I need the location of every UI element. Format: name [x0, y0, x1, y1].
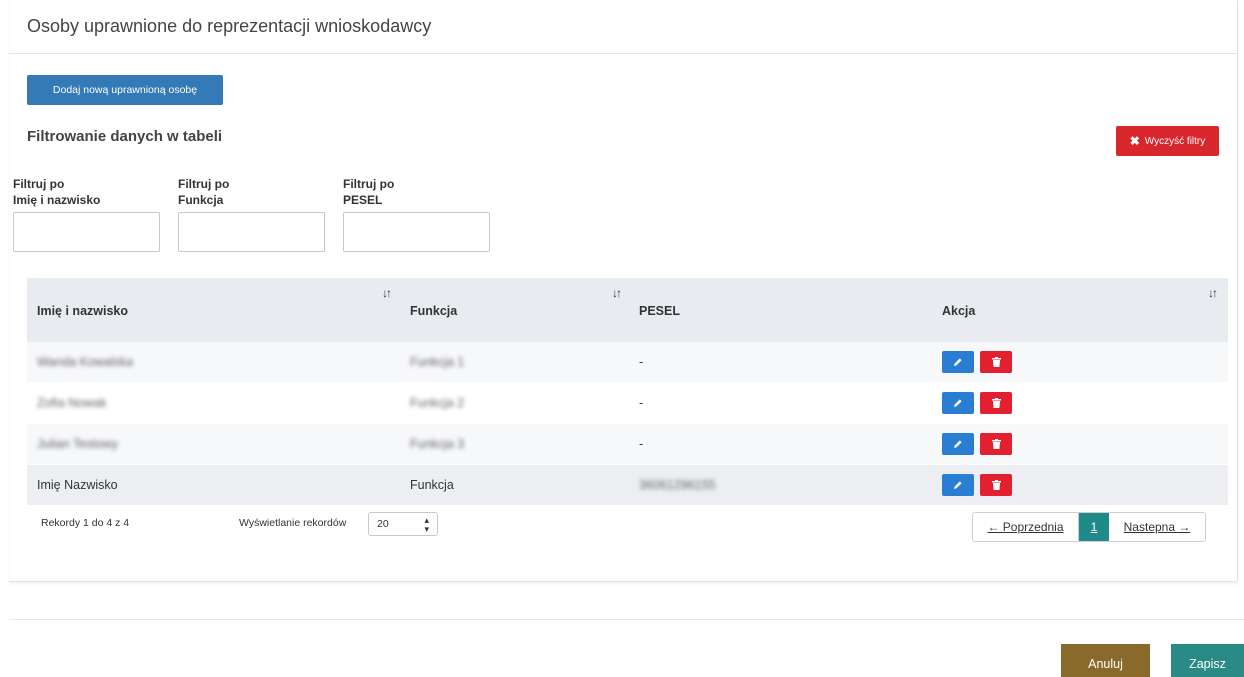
- pencil-icon: [954, 440, 962, 448]
- delete-button[interactable]: [980, 392, 1012, 414]
- cell-pesel: -: [639, 396, 644, 410]
- edit-button[interactable]: [942, 474, 974, 496]
- filter-function-label-2: Funkcja: [178, 193, 224, 207]
- representatives-table: Imię i nazwisko ↓↑ Funkcja ↓↑ PESEL Akcj…: [27, 278, 1228, 506]
- edit-button[interactable]: [942, 433, 974, 455]
- sort-arrows-icon[interactable]: ↓↑: [1208, 286, 1218, 300]
- add-person-button[interactable]: Dodaj nową uprawnioną osobę: [27, 75, 223, 105]
- filter-name-label-1: Filtruj po: [13, 177, 65, 191]
- cell-pesel: -: [639, 355, 644, 369]
- edit-button[interactable]: [942, 351, 974, 373]
- filter-pesel: Filtruj po PESEL: [343, 176, 490, 252]
- close-icon: ✖: [1129, 134, 1140, 148]
- delete-button[interactable]: [980, 433, 1012, 455]
- page-length-label: Wyświetlanie rekordów: [239, 517, 347, 529]
- save-button[interactable]: Zapisz: [1171, 644, 1244, 677]
- trash-icon: [991, 398, 1001, 408]
- row-actions: [942, 392, 1012, 414]
- select-arrows-icon: ▴ ▾: [424, 515, 429, 534]
- trash-icon: [991, 357, 1001, 367]
- filter-pesel-label-1: Filtruj po: [343, 177, 395, 191]
- cell-name: Julian Testowy: [37, 437, 119, 451]
- filter-function-input[interactable]: [178, 212, 325, 252]
- delete-button[interactable]: [980, 351, 1012, 373]
- records-info: Rekordy 1 do 4 z 4: [41, 517, 130, 529]
- trash-icon: [991, 439, 1001, 449]
- filter-name: Filtruj po Imię i nazwisko: [13, 176, 160, 252]
- cell-function: Funkcja: [410, 478, 454, 492]
- clear-filters-button[interactable]: ✖ Wyczyść filtry: [1116, 126, 1219, 156]
- filter-pesel-label-2: PESEL: [343, 193, 383, 207]
- clear-filters-label: Wyczyść filtry: [1144, 135, 1206, 147]
- row-actions: [942, 433, 1012, 455]
- cell-name: Wanda Kowalska: [37, 355, 134, 369]
- pencil-icon: [954, 481, 962, 489]
- cell-function: Funkcja 2: [410, 396, 465, 410]
- filter-function: Filtruj po Funkcja: [178, 176, 325, 252]
- pencil-icon: [954, 399, 962, 407]
- delete-button[interactable]: [980, 474, 1012, 496]
- pagination-page[interactable]: 1: [1079, 513, 1109, 541]
- cancel-button[interactable]: Anuluj: [1061, 644, 1150, 677]
- pagination: ← Poprzednia 1 Nastepna →: [972, 512, 1206, 542]
- trash-icon: [991, 480, 1001, 490]
- sort-arrows-icon[interactable]: ↓↑: [612, 286, 622, 300]
- filter-section-title: Filtrowanie danych w tabeli: [27, 128, 223, 145]
- cell-name: Imię Nazwisko: [37, 478, 118, 492]
- representatives-panel: Osoby uprawnione do reprezentacji wniosk…: [9, 0, 1238, 582]
- filter-name-input[interactable]: [13, 212, 160, 252]
- column-header-name[interactable]: Imię i nazwisko: [37, 304, 128, 318]
- panel-divider: [9, 53, 1237, 54]
- pagination-next[interactable]: Nastepna →: [1109, 513, 1205, 541]
- filter-name-label-2: Imię i nazwisko: [13, 193, 101, 207]
- page-length-select[interactable]: 20 ▴ ▾: [368, 512, 438, 536]
- table-row: Imię Nazwisko Funkcja 36061296155: [27, 465, 1228, 506]
- pencil-icon: [954, 358, 962, 366]
- filter-pesel-input[interactable]: [343, 212, 490, 252]
- table-row: Zofia Nowak Funkcja 2 -: [27, 383, 1228, 424]
- page-length-value: 20: [377, 518, 389, 530]
- table-row: Wanda Kowalska Funkcja 1 -: [27, 342, 1228, 383]
- filter-function-label-1: Filtruj po: [178, 177, 230, 191]
- table-header: Imię i nazwisko ↓↑ Funkcja ↓↑ PESEL Akcj…: [27, 278, 1228, 342]
- pagination-prev[interactable]: ← Poprzednia: [973, 513, 1079, 541]
- cell-function: Funkcja 3: [410, 437, 465, 451]
- edit-button[interactable]: [942, 392, 974, 414]
- cell-function: Funkcja 1: [410, 355, 465, 369]
- table-row: Julian Testowy Funkcja 3 -: [27, 424, 1228, 465]
- row-actions: [942, 474, 1012, 496]
- row-actions: [942, 351, 1012, 373]
- sort-arrows-icon[interactable]: ↓↑: [382, 286, 392, 300]
- cell-pesel: 36061296155: [639, 478, 716, 492]
- column-header-action: Akcja: [942, 304, 976, 318]
- cell-pesel: -: [639, 437, 644, 451]
- table-footer: Rekordy 1 do 4 z 4 Wyświetlanie rekordów…: [27, 505, 1228, 545]
- column-header-function[interactable]: Funkcja: [410, 304, 457, 318]
- cell-name: Zofia Nowak: [37, 396, 107, 410]
- panel-title: Osoby uprawnione do reprezentacji wniosk…: [27, 16, 432, 36]
- column-header-pesel[interactable]: PESEL: [639, 304, 680, 318]
- section-divider: [9, 619, 1244, 620]
